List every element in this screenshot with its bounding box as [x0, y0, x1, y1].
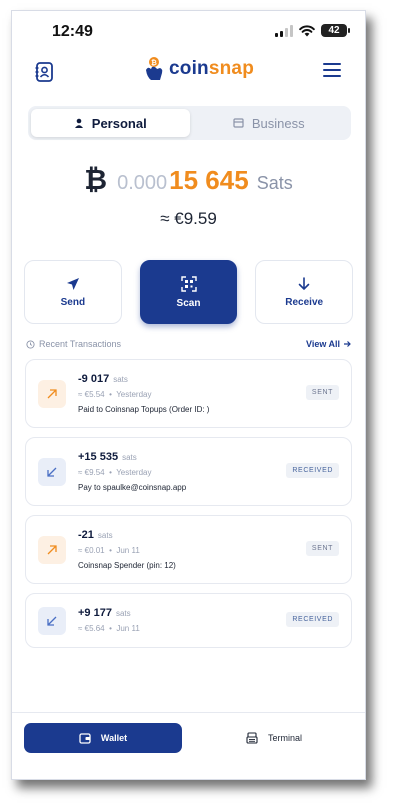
- transaction-item[interactable]: +15 535 sats ≈ €9.54 • Yesterday Pay to s…: [25, 437, 352, 506]
- send-icon: [66, 277, 79, 290]
- account-type-tabs: Personal Business: [28, 106, 351, 140]
- wifi-icon: [299, 24, 315, 36]
- nav-terminal-label: Terminal: [267, 733, 302, 743]
- transaction-item[interactable]: -9 017 sats ≈ €5.54 • Yesterday Paid to C…: [25, 359, 352, 428]
- bitcoin-icon: ₿: [84, 163, 108, 196]
- arrow-right-icon: [344, 341, 351, 347]
- menu-icon[interactable]: [323, 63, 341, 77]
- balance-leading-zeros: 0.000: [117, 172, 168, 194]
- battery-icon: 42: [321, 24, 350, 37]
- balance-amount: 15 645: [169, 165, 249, 195]
- status-icons: 42: [275, 24, 350, 37]
- recent-transactions-header: Recent Transactions View All: [26, 337, 351, 351]
- history-icon: [26, 339, 35, 349]
- arrow-down-left-icon: [38, 607, 66, 635]
- transaction-amount: -21 sats: [78, 529, 113, 541]
- coinsnap-logo-icon: ₿: [146, 57, 163, 80]
- transaction-description: Paid to Coinsnap Topups (Order ID: ): [78, 405, 210, 414]
- transaction-item[interactable]: -21 sats ≈ €0.01 • Jun 11 Coinsnap Spende…: [25, 515, 352, 584]
- scan-button[interactable]: Scan: [139, 260, 238, 324]
- transaction-description: Pay to spaulke@coinsnap.app: [78, 483, 187, 492]
- store-icon: [233, 118, 244, 128]
- battery-level: 42: [328, 25, 340, 36]
- view-all-link[interactable]: View All: [306, 339, 351, 349]
- person-icon: [74, 118, 83, 128]
- bottom-nav: Wallet Terminal: [12, 712, 365, 779]
- transaction-meta: ≈ €9.54 • Yesterday: [78, 468, 152, 477]
- status-bar: 12:49 42: [12, 11, 365, 51]
- status-badge: SENT: [305, 385, 339, 400]
- recent-transactions-title: Recent Transactions: [26, 339, 121, 349]
- transaction-description: Coinsnap Spender (pin: 12): [78, 561, 176, 570]
- arrow-up-right-icon: [38, 380, 66, 408]
- arrow-down-left-icon: [38, 458, 66, 486]
- transaction-amount: +15 535 sats: [78, 451, 137, 463]
- send-label: Send: [60, 296, 86, 308]
- wallet-icon: [79, 732, 91, 744]
- status-time: 12:49: [52, 23, 93, 40]
- svg-text:₿: ₿: [151, 59, 157, 67]
- status-badge: SENT: [305, 541, 339, 556]
- balance-display: ₿ 0.000 15 645 Sats: [12, 163, 365, 196]
- transaction-amount: +9 177 sats: [78, 607, 131, 619]
- action-buttons: Send Scan Receive: [24, 260, 354, 324]
- transaction-list: -9 017 sats ≈ €5.54 • Yesterday Paid to C…: [25, 359, 352, 657]
- contacts-icon[interactable]: [34, 61, 56, 83]
- arrow-down-icon: [298, 276, 310, 290]
- tab-business-label: Business: [251, 115, 305, 131]
- qr-scan-icon: [180, 275, 197, 292]
- terminal-icon: [246, 732, 258, 744]
- scan-label: Scan: [176, 297, 201, 309]
- brand-logo: ₿ coinsnap: [142, 56, 254, 82]
- tab-personal-label: Personal: [91, 115, 147, 131]
- transaction-amount: -9 017 sats: [78, 373, 128, 385]
- balance-fiat: ≈ €9.59: [160, 209, 217, 228]
- balance-unit: Sats: [256, 173, 293, 193]
- send-button[interactable]: Send: [24, 260, 122, 324]
- nav-wallet-label: Wallet: [100, 733, 128, 743]
- transaction-item[interactable]: +9 177 sats ≈ €5.64 • Jun 11 RECEIVED: [25, 593, 352, 648]
- tab-personal[interactable]: Personal: [31, 109, 190, 137]
- transaction-meta: ≈ €5.54 • Yesterday: [78, 390, 152, 399]
- status-badge: RECEIVED: [286, 612, 339, 627]
- receive-label: Receive: [285, 296, 324, 308]
- receive-button[interactable]: Receive: [255, 260, 354, 324]
- arrow-up-right-icon: [38, 536, 66, 564]
- tab-business[interactable]: Business: [190, 109, 349, 137]
- nav-wallet[interactable]: Wallet: [24, 723, 182, 753]
- transaction-meta: ≈ €5.64 • Jun 11: [78, 624, 140, 633]
- status-badge: RECEIVED: [286, 463, 339, 478]
- transaction-meta: ≈ €0.01 • Jun 11: [78, 546, 140, 555]
- signal-icon: [275, 24, 293, 37]
- phone-screen: 12:49 42 ₿ coinsnap Personal Business ₿ …: [11, 10, 366, 780]
- app-header: ₿ coinsnap: [12, 56, 365, 86]
- nav-terminal[interactable]: Terminal: [195, 723, 353, 753]
- brand-name: coinsnap: [169, 58, 255, 79]
